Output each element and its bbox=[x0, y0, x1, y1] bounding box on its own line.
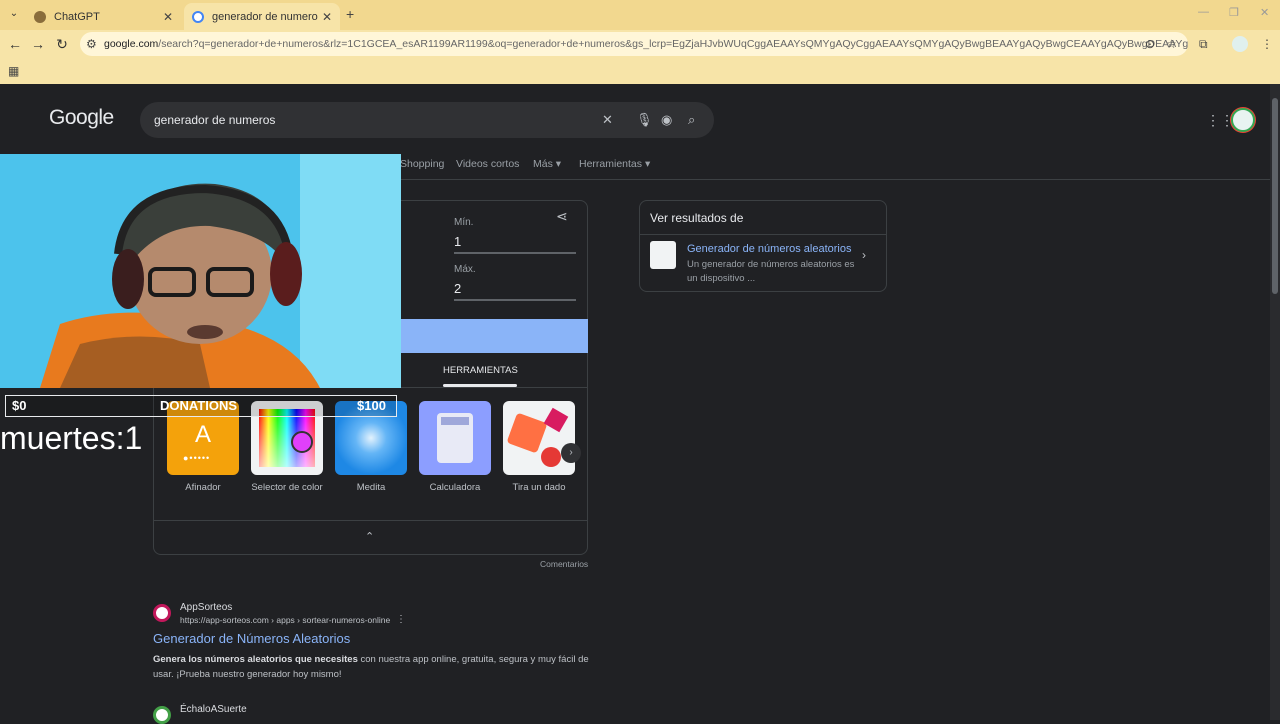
feedback-link[interactable]: Comentarios bbox=[540, 559, 588, 569]
webcam-overlay bbox=[0, 154, 401, 388]
tool-label: Tira un dado bbox=[512, 482, 566, 493]
profile-avatar[interactable] bbox=[1232, 36, 1248, 52]
tab-herramientas[interactable]: Herramientas ▾ bbox=[579, 158, 650, 170]
divider bbox=[153, 520, 588, 521]
maximize-icon[interactable]: ❐ bbox=[1229, 6, 1239, 19]
result-thumbnail[interactable] bbox=[650, 241, 676, 269]
chevron-up-icon[interactable]: ⌃ bbox=[365, 530, 374, 543]
minimize-icon[interactable]: — bbox=[1198, 6, 1209, 18]
tab-videos-cortos[interactable]: Videos cortos bbox=[456, 158, 519, 170]
min-label: Mín. bbox=[454, 217, 474, 228]
reload-icon[interactable]: ↻ bbox=[54, 36, 70, 53]
close-window-icon[interactable]: ✕ bbox=[1260, 6, 1269, 19]
side-panel-title: Ver resultados de bbox=[650, 211, 744, 225]
back-icon[interactable]: ← bbox=[7, 36, 23, 52]
google-logo[interactable]: Google bbox=[49, 106, 114, 130]
max-label: Máx. bbox=[454, 264, 476, 275]
tab-google-search[interactable]: generador de numeros - Buscar con Google… bbox=[184, 3, 340, 30]
browser-toolbar: ← → ↻ google.com/search?q=generador+de+n… bbox=[0, 30, 1280, 58]
webcam-person bbox=[0, 154, 401, 388]
appsorteos-favicon-icon bbox=[153, 604, 171, 622]
url-rest: /search?q=generador+de+numeros&rlz=1C1GC… bbox=[158, 38, 1188, 50]
forward-icon[interactable]: → bbox=[30, 36, 46, 52]
result-site-name[interactable]: ÉchaloASuerte bbox=[180, 704, 247, 715]
chevron-right-icon[interactable]: › bbox=[862, 248, 866, 262]
tab-mas[interactable]: Más ▾ bbox=[533, 158, 561, 170]
share-icon[interactable]: ⋖ bbox=[556, 208, 568, 225]
tool-label: Afinador bbox=[185, 482, 221, 493]
bookmark-star-icon[interactable]: ☆ bbox=[1166, 37, 1177, 51]
apps-grid-icon[interactable]: ▦ bbox=[8, 64, 19, 78]
donations-max: $100 bbox=[357, 398, 386, 413]
close-tab-icon[interactable]: ✕ bbox=[322, 10, 332, 24]
avatar[interactable] bbox=[1231, 108, 1255, 132]
result-snippet: Genera los números aleatorios que necesi… bbox=[153, 652, 593, 682]
result-url[interactable]: https://app-sorteos.com › apps › sortear… bbox=[180, 615, 390, 625]
side-panel-link[interactable]: Generador de números aleatorios bbox=[687, 243, 851, 255]
dice-icon bbox=[503, 401, 575, 475]
new-tab-button[interactable]: + bbox=[346, 6, 354, 22]
donations-label: DONATIONS bbox=[160, 398, 238, 413]
bookmarks-bar: ▦ bbox=[0, 58, 1280, 84]
side-panel-desc: Un generador de números aleatorios es un… bbox=[687, 259, 855, 284]
url-host: google.com bbox=[104, 38, 159, 50]
location-icon[interactable]: ⊙ bbox=[1145, 37, 1155, 51]
result-menu-icon[interactable]: ⋮ bbox=[396, 614, 406, 625]
snippet-bold: Genera los números aleatorios que necesi… bbox=[153, 654, 358, 665]
address-bar[interactable]: google.com/search?q=generador+de+numeros… bbox=[80, 32, 1188, 56]
lens-camera-icon[interactable]: ◉ bbox=[661, 112, 672, 128]
clear-icon[interactable]: ✕ bbox=[602, 112, 613, 128]
site-info-icon[interactable]: ⚙ bbox=[86, 37, 97, 51]
tab-chatgpt[interactable]: ChatGPT ✕ bbox=[26, 3, 181, 30]
tab-strip: ⌄ ChatGPT ✕ generador de numeros - Busca… bbox=[0, 0, 1280, 30]
divider bbox=[639, 234, 887, 235]
echaloasuerte-favicon-icon bbox=[153, 706, 171, 724]
browser-chrome: ⌄ ChatGPT ✕ generador de numeros - Busca… bbox=[0, 0, 1280, 84]
tuner-letter: A bbox=[194, 421, 211, 448]
tools-tab[interactable]: HERRAMIENTAS bbox=[443, 365, 518, 376]
tab-shopping[interactable]: Shopping bbox=[400, 158, 444, 170]
menu-kebab-icon[interactable]: ⋮ bbox=[1261, 37, 1273, 51]
search-icon[interactable]: ⌕ bbox=[688, 112, 695, 128]
calculator-icon bbox=[419, 401, 491, 475]
tool-label: Medita bbox=[356, 482, 386, 493]
result-site-name[interactable]: AppSorteos bbox=[180, 602, 232, 613]
tool-calculadora[interactable]: Calculadora bbox=[419, 401, 491, 494]
tuner-dots-icon: ●••••• bbox=[183, 453, 211, 463]
chevron-right-icon[interactable]: › bbox=[561, 443, 581, 463]
microphone-icon[interactable]: 🎙 bbox=[636, 112, 653, 128]
tab-title: ChatGPT bbox=[54, 10, 100, 23]
chatgpt-favicon-icon bbox=[34, 10, 46, 23]
tab-search-icon[interactable]: ⌄ bbox=[6, 6, 22, 22]
google-favicon-icon bbox=[192, 10, 204, 23]
min-input[interactable]: 1 bbox=[454, 234, 576, 254]
search-query: generador de numeros bbox=[154, 113, 276, 127]
death-counter: muertes:1 bbox=[0, 420, 143, 456]
donations-min: $0 bbox=[12, 398, 27, 413]
tool-label: Calculadora bbox=[429, 482, 481, 493]
max-input[interactable]: 2 bbox=[454, 281, 576, 301]
scrollbar-thumb[interactable] bbox=[1272, 98, 1278, 294]
result-title[interactable]: Generador de Números Aleatorios bbox=[153, 631, 350, 646]
tool-label: Selector de color bbox=[251, 482, 323, 493]
extensions-icon[interactable]: ⧉ bbox=[1199, 37, 1208, 52]
close-tab-icon[interactable]: ✕ bbox=[163, 10, 173, 24]
tab-title: generador de numeros - Buscar con Google bbox=[212, 10, 318, 23]
search-input[interactable]: generador de numeros bbox=[140, 102, 714, 138]
